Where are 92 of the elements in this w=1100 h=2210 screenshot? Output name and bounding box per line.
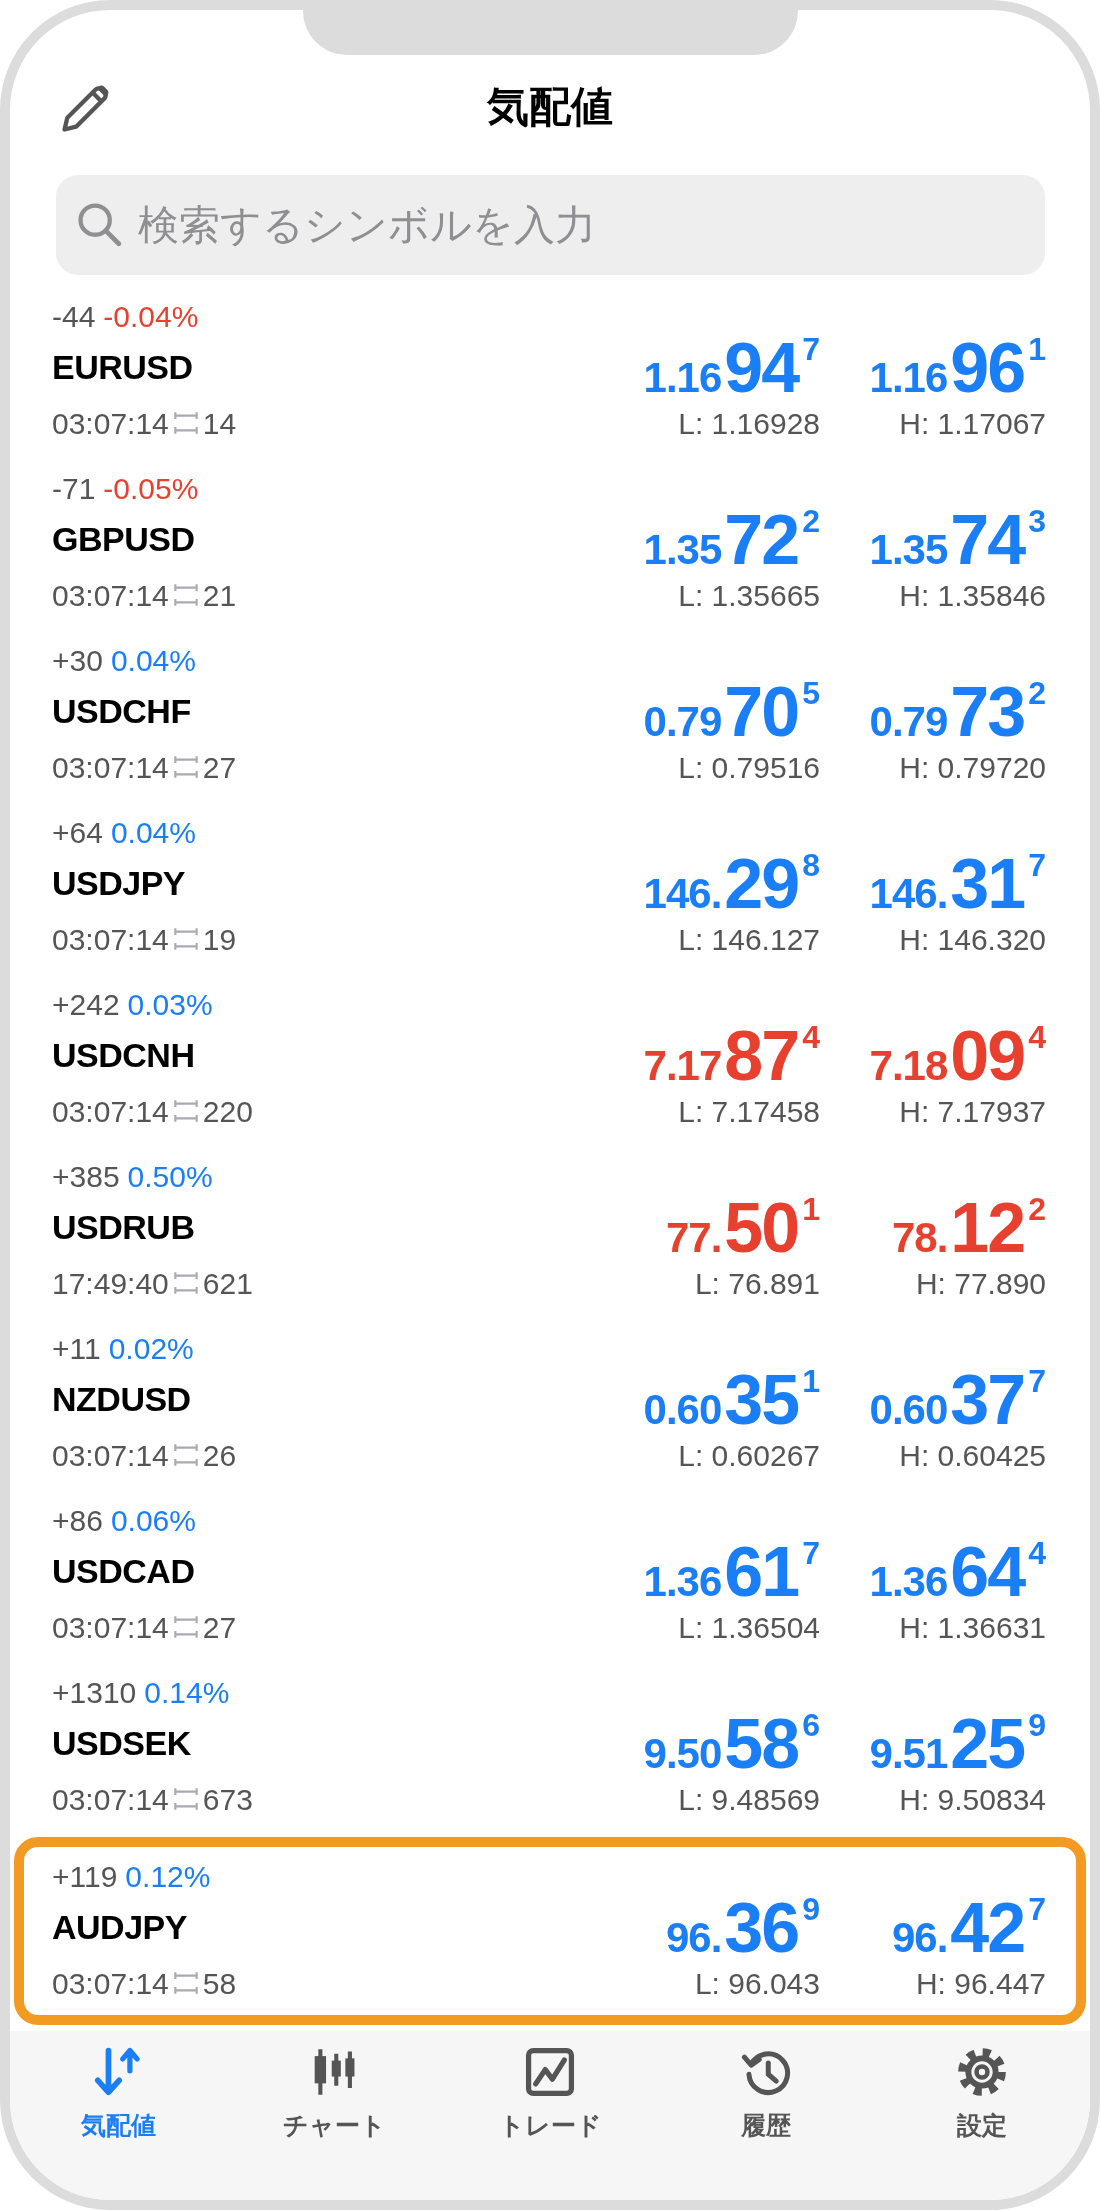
change-points: +64	[52, 815, 103, 849]
search-field[interactable]: 検索するシンボルを入力	[56, 175, 1045, 275]
spread-value: 26	[202, 1438, 237, 1472]
spread-value: 220	[202, 1094, 253, 1128]
change-percent: -0.04%	[103, 299, 199, 333]
change-points: +119	[52, 1859, 118, 1893]
quote-time: 03:07:14	[52, 578, 169, 612]
tab-button[interactable]: チャート	[236, 2047, 432, 2142]
low-price: L: 0.79516	[678, 750, 820, 784]
change-percent: 0.04%	[110, 815, 196, 849]
symbol-name: USDJPY	[52, 864, 186, 904]
symbol-name: AUDJPY	[52, 1908, 187, 1948]
spread-icon	[173, 1443, 198, 1467]
symbol-name: GBPUSD	[52, 520, 195, 560]
high-price: H: 77.890	[915, 1266, 1046, 1300]
low-price: L: 1.16928	[678, 406, 820, 440]
change-percent: 0.12%	[125, 1859, 211, 1893]
spread-icon	[173, 1271, 198, 1295]
quote-time: 03:07:14	[52, 750, 169, 784]
high-price: H: 0.60425	[899, 1438, 1046, 1472]
high-price: H: 96.447	[915, 1966, 1046, 2000]
symbol-name: USDRUB	[52, 1208, 195, 1248]
symbol-name: USDCNH	[52, 1036, 195, 1076]
spread-value: 19	[202, 922, 237, 956]
quote-time: 17:49:40	[52, 1266, 169, 1300]
spread-value: 27	[202, 1610, 237, 1644]
change-points: +30	[52, 643, 103, 677]
spread-value: 673	[202, 1782, 253, 1816]
change-percent: -0.05%	[103, 471, 199, 505]
change-percent: 0.03%	[127, 987, 213, 1021]
high-price: H: 1.35846	[899, 578, 1046, 612]
symbol-name: EURUSD	[52, 348, 193, 388]
symbol-name: USDSEK	[52, 1724, 191, 1764]
quote-time: 03:07:14	[52, 1094, 169, 1128]
sort-arrows-icon	[93, 2047, 143, 2097]
high-price: H: 7.17937	[899, 1094, 1046, 1128]
spread-icon	[173, 411, 198, 435]
change-percent: 0.06%	[110, 1503, 196, 1537]
change-percent: 0.02%	[108, 1331, 194, 1365]
low-price: L: 1.36504	[678, 1610, 820, 1644]
low-price: L: 1.35665	[678, 578, 820, 612]
spread-icon	[173, 1615, 198, 1639]
change-points: +1310	[52, 1675, 137, 1709]
spread-icon	[173, 1099, 198, 1123]
search-icon	[78, 203, 122, 247]
tab-button[interactable]: 設定	[884, 2047, 1080, 2142]
low-price: L: 96.043	[694, 1966, 820, 2000]
change-points: +11	[52, 1331, 101, 1365]
spread-icon	[173, 583, 198, 607]
change-points: +242	[52, 987, 120, 1021]
symbol-name: NZDUSD	[52, 1380, 191, 1420]
quote-time: 03:07:14	[52, 1966, 169, 2000]
change-points: +385	[52, 1159, 120, 1193]
spread-icon	[173, 1787, 198, 1811]
low-price: L: 76.891	[694, 1266, 820, 1300]
tab-button[interactable]: 履歴	[668, 2047, 864, 2142]
spread-value: 14	[202, 406, 237, 440]
symbol-name: USDCAD	[52, 1552, 195, 1592]
symbol-name: USDCHF	[52, 692, 191, 732]
change-points: -71	[52, 471, 96, 505]
change-percent: 0.50%	[127, 1159, 213, 1193]
change-percent: 0.04%	[110, 643, 196, 677]
change-percent: 0.14%	[144, 1675, 230, 1709]
low-price: L: 9.48569	[678, 1782, 820, 1816]
low-price: L: 7.17458	[678, 1094, 820, 1128]
change-points: -44	[52, 299, 96, 333]
spread-value: 21	[202, 578, 237, 612]
pencil-icon[interactable]	[62, 83, 110, 132]
low-price: L: 0.60267	[678, 1438, 820, 1472]
tab-button[interactable]: 気配値	[20, 2047, 216, 2142]
high-price: H: 1.17067	[899, 406, 1046, 440]
screen-title: 気配値	[487, 82, 613, 133]
high-price: H: 9.50834	[899, 1782, 1046, 1816]
quote-time: 03:07:14	[52, 406, 169, 440]
high-price: H: 0.79720	[899, 750, 1046, 784]
spread-icon	[173, 927, 198, 951]
high-price: H: 1.36631	[899, 1610, 1046, 1644]
spread-value: 27	[202, 750, 237, 784]
quote-time: 03:07:14	[52, 1610, 169, 1644]
spread-icon	[173, 755, 198, 779]
spread-value: 58	[202, 1966, 237, 2000]
high-price: H: 146.320	[899, 922, 1046, 956]
quote-time: 03:07:14	[52, 1782, 169, 1816]
quote-time: 03:07:14	[52, 1438, 169, 1472]
change-points: +86	[52, 1503, 103, 1537]
spread-value: 621	[202, 1266, 253, 1300]
spread-icon	[173, 1971, 198, 1995]
gear-icon	[957, 2047, 1007, 2097]
tab-button[interactable]: トレード	[452, 2047, 648, 2142]
low-price: L: 146.127	[678, 922, 820, 956]
quote-time: 03:07:14	[52, 922, 169, 956]
line-chart-icon	[525, 2047, 575, 2097]
